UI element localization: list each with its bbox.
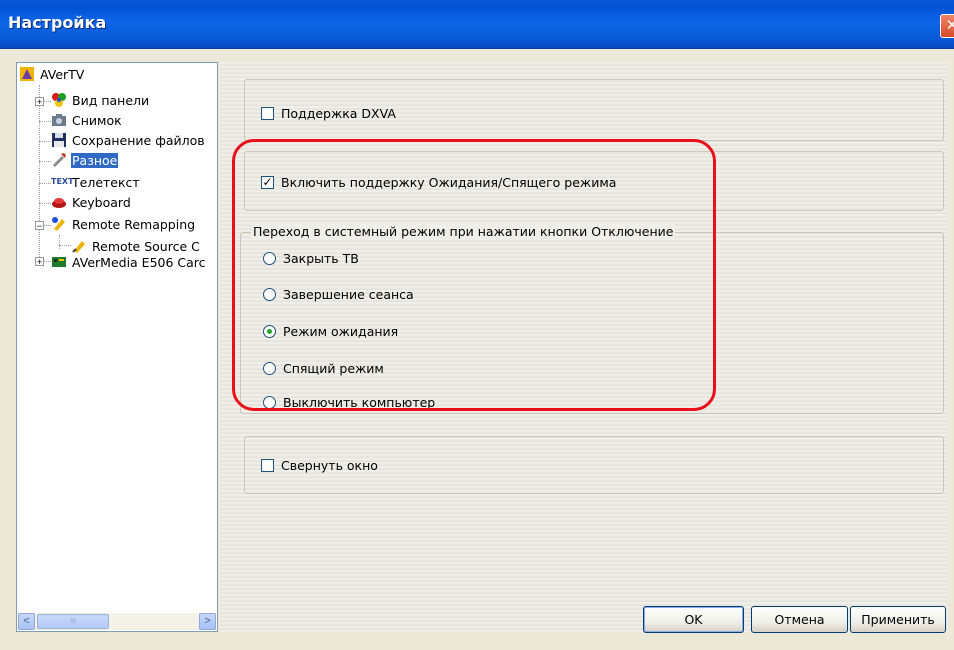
tree-line	[59, 245, 71, 246]
teletext-icon: TEXT	[51, 177, 74, 186]
tree-item-sokhranenie-failov[interactable]: Сохранение файлов	[51, 131, 217, 151]
misc-tools-icon	[53, 153, 66, 167]
tree-line	[39, 161, 51, 162]
tv-card-icon	[52, 257, 66, 267]
scroll-thumb[interactable]: III	[37, 614, 109, 629]
minimize-group: Свернуть окно	[244, 436, 944, 494]
close-icon: ✕	[945, 17, 954, 34]
scroll-left-button[interactable]: <	[18, 613, 35, 630]
chevron-left-icon: <	[23, 615, 30, 627]
tree-line	[39, 203, 51, 204]
panel-view-icon	[52, 93, 66, 107]
tree-item-remote-remapping[interactable]: Remote Remapping	[51, 215, 217, 235]
tree-item-avertv[interactable]: AVerTV	[19, 65, 209, 85]
tree-item-snimok[interactable]: Снимок	[51, 111, 211, 131]
options-panel: Поддержка DXVA ✓ Включить поддержку Ожид…	[220, 62, 948, 633]
radio-shutdown-button[interactable]	[263, 396, 276, 409]
scroll-right-button[interactable]: >	[199, 613, 216, 630]
close-button[interactable]: ✕	[940, 14, 954, 38]
ok-button[interactable]: OK	[643, 606, 744, 633]
title-bar[interactable]: Настройка ✕	[0, 0, 954, 49]
chevron-right-icon: >	[204, 615, 211, 627]
minimize-label: Свернуть окно	[281, 458, 378, 473]
minimize-checkbox[interactable]	[261, 459, 274, 472]
tree-item-avermedia-card[interactable]: AVerMedia E506 Carc	[51, 253, 217, 273]
radio-log-off-button[interactable]	[263, 288, 276, 301]
expand-vid-paneli-toggle[interactable]: +	[35, 97, 44, 107]
floppy-disk-icon	[52, 133, 66, 147]
tree-item-raznoe[interactable]: Разное	[51, 151, 211, 171]
keyboard-icon	[52, 198, 66, 208]
tree-horizontal-scrollbar[interactable]: < III >	[18, 613, 216, 630]
standby-group: ✓ Включить поддержку Ожидания/Спящего ре…	[244, 151, 944, 211]
radio-hibernate-button[interactable]	[263, 362, 276, 375]
radio-close-tv-button[interactable]	[263, 252, 276, 265]
apply-button[interactable]: Применить	[850, 606, 946, 633]
dxva-checkbox[interactable]	[261, 107, 274, 120]
tree-line	[39, 121, 51, 122]
cancel-button[interactable]: Отмена	[751, 606, 848, 633]
tree-line	[39, 183, 51, 184]
standby-label: Включить поддержку Ожидания/Спящего режи…	[281, 175, 617, 190]
dxva-group: Поддержка DXVA	[244, 79, 944, 141]
window-title: Настройка	[8, 13, 107, 32]
settings-window: Настройка ✕ + − + AVerTV Вид панели Сним…	[0, 0, 954, 650]
collapse-remote-remapping-toggle[interactable]: −	[35, 221, 44, 231]
tree-item-vid-paneli[interactable]: Вид панели	[51, 91, 211, 111]
checkmark-icon: ✓	[262, 175, 273, 189]
power-mode-group: Переход в системный режим при нажатии кн…	[240, 224, 944, 414]
tree-item-teletekst[interactable]: TEXT Телетекст	[51, 173, 211, 193]
settings-tree[interactable]: + − + AVerTV Вид панели Снимок Сохранени…	[16, 62, 218, 632]
expand-avermedia-card-toggle[interactable]: +	[35, 257, 44, 267]
radio-standby-button[interactable]	[263, 325, 276, 338]
standby-checkbox[interactable]: ✓	[261, 176, 274, 189]
tree-line	[59, 235, 60, 249]
remote-remap-icon	[52, 217, 65, 231]
avertv-icon	[20, 67, 34, 81]
remote-source-icon	[72, 241, 85, 253]
dxva-label: Поддержка DXVA	[281, 106, 396, 121]
camera-icon	[52, 114, 66, 126]
power-mode-legend: Переход в системный режим при нажатии кн…	[251, 224, 676, 239]
tree-item-keyboard[interactable]: Keyboard	[51, 193, 211, 213]
tree-line	[39, 85, 40, 261]
tree-line	[39, 141, 51, 142]
